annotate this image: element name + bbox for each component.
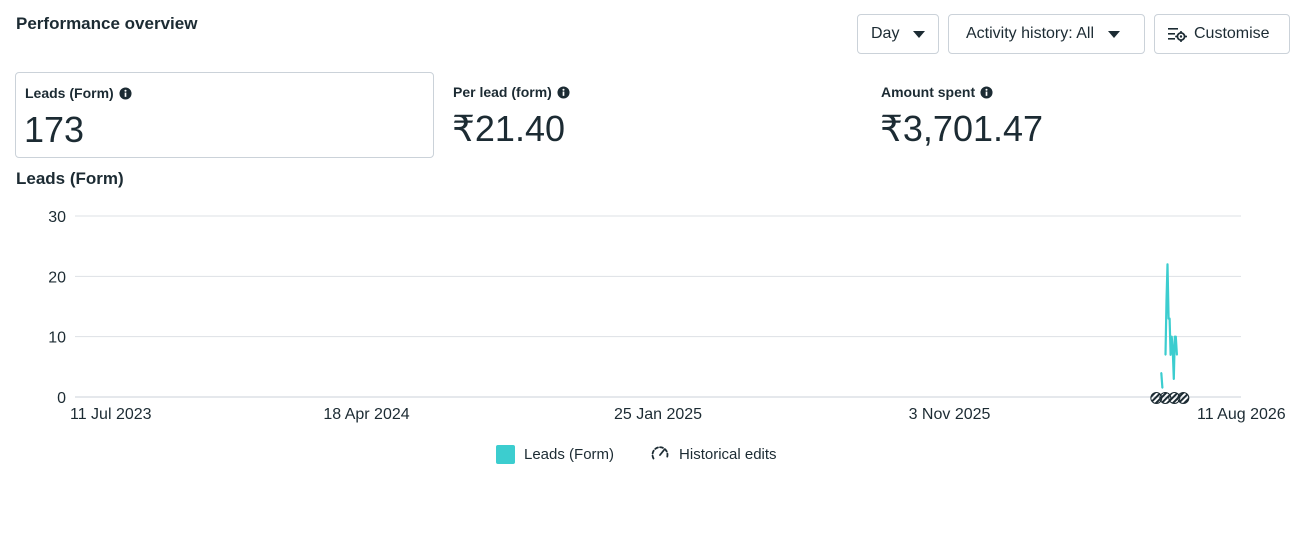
data-point [1171,347,1174,350]
day-dropdown-button[interactable]: Day [857,14,939,54]
data-point [1168,317,1171,320]
data-point [1174,335,1177,338]
metric-value: ₹3,701.47 [880,108,1044,149]
x-tick-label: 3 Nov 2025 [909,406,991,423]
x-tick-label: 11 Jul 2023 [70,406,152,423]
legend-item-leads-form[interactable]: Leads (Form) [496,444,615,464]
data-point [1164,353,1167,356]
activity-history-dropdown-button[interactable]: Activity history: All [948,14,1145,54]
y-tick-label: 20 [48,269,66,286]
metric-label: Leads (Form) [25,85,114,101]
metric-card-amount-spent[interactable]: Amount spent ₹3,701.47 [872,72,1292,158]
metric-label-row: Per lead (form) [453,84,570,100]
metric-value: ₹21.40 [452,108,565,149]
data-point [1170,335,1173,338]
chart-legend: Leads (Form) Historical edits [496,444,777,464]
color-swatch [496,444,515,464]
activity-history-label: Activity history: All [966,25,1095,42]
metric-card-per-lead-form[interactable]: Per lead (form) ₹21.40 [444,72,864,158]
x-tick-label: 11 Aug 2026 [1197,406,1286,423]
metric-label: Per lead (form) [453,84,552,100]
info-icon[interactable] [119,86,132,100]
caret-down-icon [913,30,926,38]
y-tick-label: 30 [48,209,66,226]
page-title: Performance overview [16,14,198,33]
customise-button[interactable]: Customise [1154,14,1290,54]
data-point [1166,263,1169,266]
gauge-icon [651,446,669,460]
x-tick-label: 18 Apr 2024 [323,406,409,423]
data-point [1169,353,1172,356]
legend-label: Historical edits [679,445,777,463]
toolbar: Day Activity history: All Customise [857,14,1290,54]
metric-label: Amount spent [881,84,976,100]
metric-card-leads-form[interactable]: Leads (Form) 173 [15,72,434,158]
caret-down-icon [1108,30,1121,38]
x-tick-label: 25 Jan 2025 [614,406,702,423]
y-tick-label: 0 [57,390,66,407]
customise-label: Customise [1194,25,1270,42]
chart-title: Leads (Form) [16,169,124,188]
series-line-leads-form [1164,263,1178,380]
day-dropdown-label: Day [871,25,900,42]
series-line-leads-form [1160,372,1164,388]
metric-value: 173 [24,109,85,150]
legend-label: Leads (Form) [524,445,615,463]
historical-edit-marker [1177,392,1190,404]
data-point [1165,299,1168,302]
data-point [1172,378,1175,380]
legend-item-historical-edits[interactable]: Historical edits [650,444,777,464]
data-point [1161,387,1164,389]
y-tick-label: 10 [48,330,66,347]
info-icon[interactable] [557,85,570,99]
metric-label-row: Leads (Form) [25,85,132,101]
info-icon[interactable] [980,85,993,99]
data-point [1160,372,1163,374]
leads-line-chart[interactable]: 0 10 20 30 11 Jul 2023 18 Apr 2024 25 Jan 2025… [0,200,1305,430]
customise-columns-icon [1168,28,1187,42]
data-point [1176,353,1178,356]
metric-label-row: Amount spent [881,84,993,100]
